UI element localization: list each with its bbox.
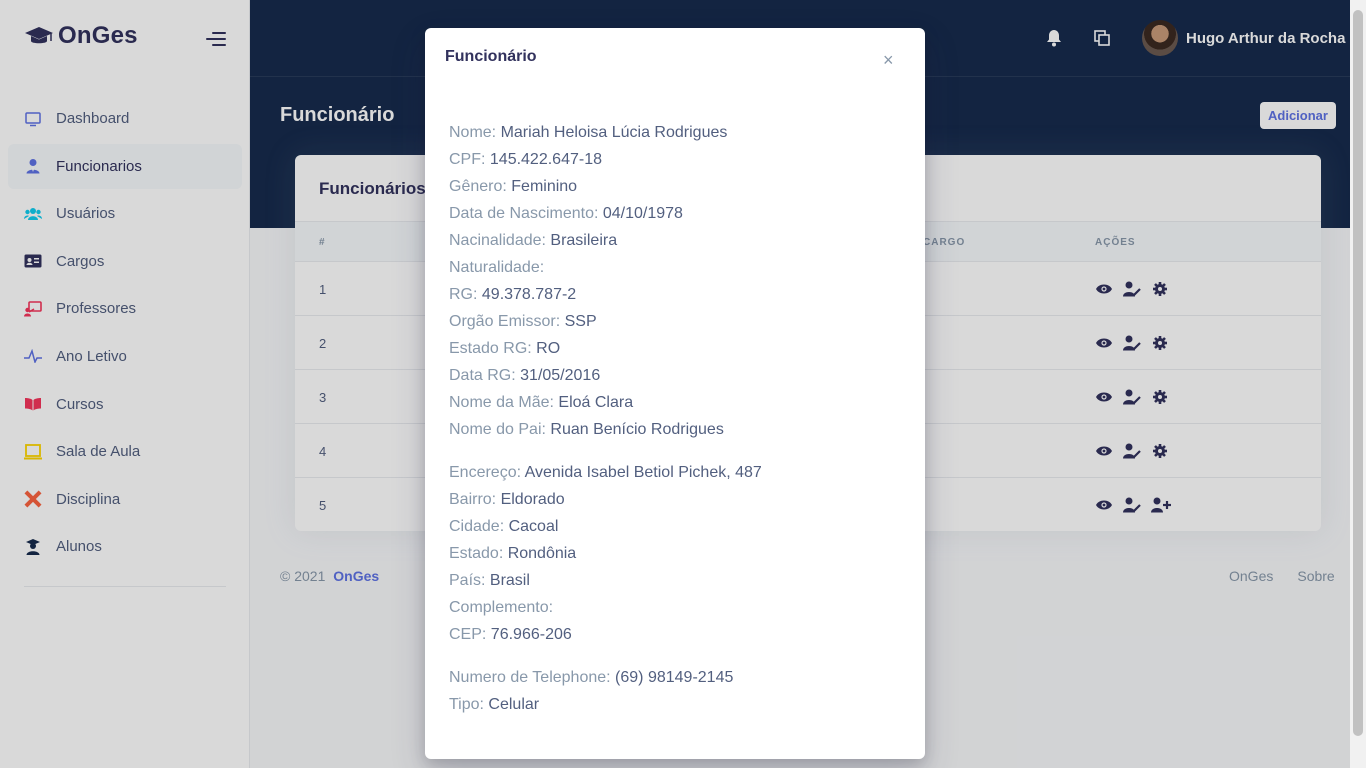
field-nacionalidade: Nacinalidade: Brasileira	[449, 231, 617, 251]
field-value: Eloá Clara	[558, 394, 634, 411]
field-label: Estado:	[449, 545, 508, 562]
field-label: Cidade:	[449, 518, 509, 535]
field-rg: RG: 49.378.787-2	[449, 285, 576, 305]
field-label: País:	[449, 572, 490, 589]
field-label: CEP:	[449, 626, 491, 643]
field-genero: Gênero: Feminino	[449, 177, 577, 197]
field-value: 145.422.647-18	[489, 151, 602, 168]
field-label: Complemento:	[449, 599, 554, 616]
field-value: (69) 98149-2145	[615, 669, 734, 686]
field-value: 49.378.787-2	[481, 286, 577, 303]
field-value: Brasil	[489, 572, 530, 589]
field-label: Orgão Emissor:	[449, 313, 565, 330]
field-data-nascimento: Data de Nascimento: 04/10/1978	[449, 204, 683, 224]
field-label: Tipo:	[449, 696, 489, 713]
field-label: CPF:	[449, 151, 490, 168]
field-value: Avenida Isabel Betiol Pichek, 487	[524, 464, 762, 481]
field-label: Gênero:	[449, 178, 512, 195]
employee-detail-modal: Funcionário × Nome: Mariah Heloisa Lúcia…	[425, 28, 925, 759]
field-orgao-emissor: Orgão Emissor: SSP	[449, 312, 597, 332]
field-label: Bairro:	[449, 491, 501, 508]
field-label: Nome:	[449, 124, 501, 141]
modal-title: Funcionário	[445, 48, 537, 65]
field-nome-pai: Nome do Pai: Ruan Benício Rodrigues	[449, 420, 724, 440]
field-cidade: Cidade: Cacoal	[449, 517, 558, 537]
field-label: RG:	[449, 286, 482, 303]
scrollbar[interactable]	[1350, 0, 1366, 768]
scrollbar-thumb[interactable]	[1353, 10, 1363, 736]
field-data-rg: Data RG: 31/05/2016	[449, 366, 600, 386]
field-cpf: CPF: 145.422.647-18	[449, 150, 602, 170]
field-label: Estado RG:	[449, 340, 537, 357]
field-value: Eldorado	[500, 491, 565, 508]
field-tipo: Tipo: Celular	[449, 695, 539, 715]
field-estado-rg: Estado RG: RO	[449, 339, 560, 359]
field-label: Nome da Mãe:	[449, 394, 559, 411]
field-value: SSP	[564, 313, 597, 330]
field-label: Nacinalidade:	[449, 232, 551, 249]
field-value: RO	[536, 340, 561, 357]
field-value: Brasileira	[550, 232, 618, 249]
field-label: Data RG:	[449, 367, 521, 384]
field-nome-mae: Nome da Mãe: Eloá Clara	[449, 393, 633, 413]
field-cep: CEP: 76.966-206	[449, 625, 572, 645]
field-telefone: Numero de Telephone: (69) 98149-2145	[449, 668, 733, 688]
field-label: Encereço:	[449, 464, 525, 481]
field-complemento: Complemento:	[449, 598, 553, 618]
field-label: Nome do Pai:	[449, 421, 551, 438]
close-icon[interactable]: ×	[883, 50, 894, 71]
field-nome: Nome: Mariah Heloisa Lúcia Rodrigues	[449, 123, 727, 143]
field-label: Numero de Telephone:	[449, 669, 616, 686]
field-value: Cacoal	[508, 518, 559, 535]
field-bairro: Bairro: Eldorado	[449, 490, 565, 510]
field-pais: País: Brasil	[449, 571, 530, 591]
field-value: Rondônia	[507, 545, 577, 562]
field-value: 04/10/1978	[602, 205, 683, 222]
field-value: Mariah Heloisa Lúcia Rodrigues	[500, 124, 728, 141]
field-value: Celular	[488, 696, 540, 713]
field-value: 76.966-206	[490, 626, 572, 643]
field-value: 31/05/2016	[520, 367, 601, 384]
field-value: Feminino	[511, 178, 578, 195]
field-value: Ruan Benício Rodrigues	[550, 421, 724, 438]
field-label: Naturalidade:	[449, 259, 545, 276]
field-label: Data de Nascimento:	[449, 205, 603, 222]
field-endereco: Encereço: Avenida Isabel Betiol Pichek, …	[449, 463, 762, 483]
field-naturalidade: Naturalidade:	[449, 258, 544, 278]
field-estado: Estado: Rondônia	[449, 544, 576, 564]
